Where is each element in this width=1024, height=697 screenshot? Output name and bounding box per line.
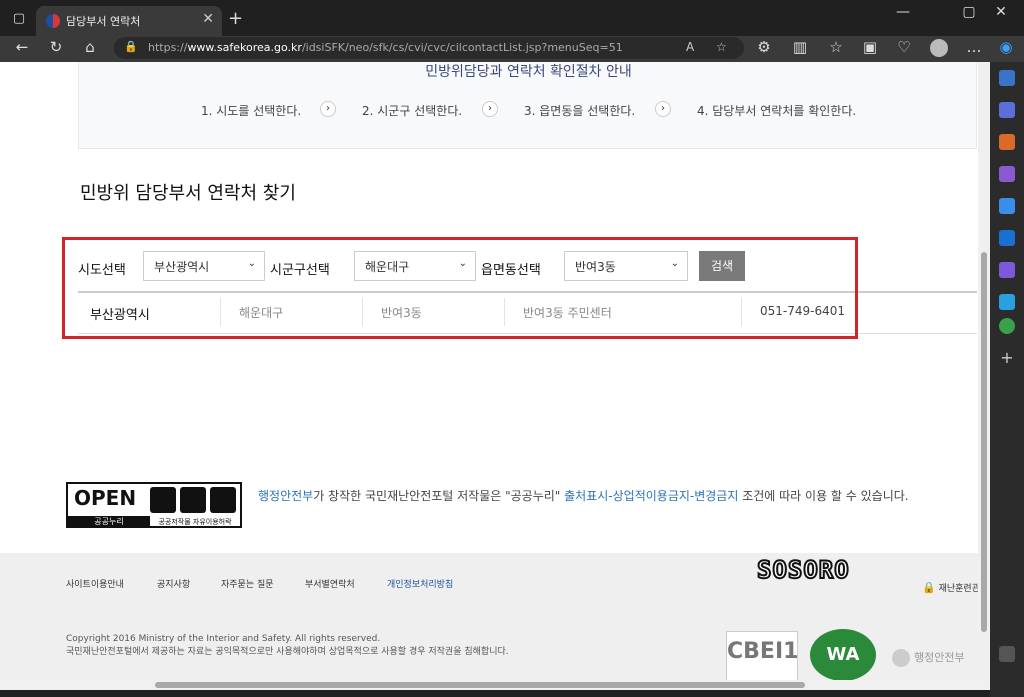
edge-sidebar: + bbox=[990, 62, 1024, 697]
step-3: 3. 읍면동을 선택한다. bbox=[524, 104, 636, 118]
lock-icon[interactable]: 🔒 bbox=[124, 40, 138, 53]
footer-nav-privacy[interactable]: 개인정보처리방침 bbox=[387, 577, 453, 590]
step-4: 4. 담당부서 연락처를 확인한다. bbox=[697, 104, 857, 118]
license-text-2: 조건에 따라 이용 할 수 있습니다. bbox=[738, 489, 909, 503]
procedure-title: 민방위담당과 연락처 확인절차 안내 bbox=[425, 64, 632, 80]
sidebar-settings-icon[interactable] bbox=[999, 646, 1015, 662]
read-aloud-icon[interactable]: A bbox=[686, 40, 694, 54]
close-window-icon[interactable]: ✕ bbox=[978, 4, 1024, 20]
favorite-icon[interactable]: ☆ bbox=[716, 40, 727, 54]
watermark: SOSORO bbox=[756, 555, 850, 585]
minimize-icon[interactable]: — bbox=[880, 4, 926, 20]
url-text: https://www.safekorea.go.kr/idsiSFK/neo/… bbox=[148, 41, 623, 54]
footer-nav-contacts[interactable]: 부서별연락처 bbox=[305, 577, 355, 590]
more-icon[interactable]: … bbox=[962, 38, 986, 56]
noncommercial-icon bbox=[180, 487, 206, 513]
footer-nav-faq[interactable]: 자주묻는 질문 bbox=[221, 577, 274, 590]
footer-nav-notice[interactable]: 공지사항 bbox=[157, 577, 190, 590]
highlight-box bbox=[62, 237, 858, 339]
designer-icon[interactable] bbox=[999, 262, 1015, 278]
ministry-logo: 행정안전부 bbox=[892, 649, 965, 667]
open-logo-sub2: 공공저작물 자유이용허락 bbox=[158, 518, 232, 526]
ministry-emblem-icon bbox=[892, 649, 910, 667]
performance-icon[interactable]: ♡ bbox=[892, 38, 916, 56]
tab-close-icon[interactable]: ✕ bbox=[202, 11, 214, 27]
step-arrow-icon: › bbox=[482, 101, 498, 117]
tab-active[interactable]: 담당부서 연락처 ✕ bbox=[36, 6, 222, 36]
procedure-box: 민방위담당과 연락처 확인절차 안내 1. 시도를 선택한다. › 2. 시군구… bbox=[78, 62, 977, 149]
tab-title: 담당부서 연락처 bbox=[66, 15, 141, 28]
kogl-logo: OPEN 공공누리 공공저작물 자유이용허락 bbox=[66, 482, 242, 528]
terms-link[interactable]: 출처표시-상업적이용금지-변경금지 bbox=[564, 489, 738, 503]
collections-icon[interactable]: ▣ bbox=[858, 38, 882, 56]
license-text: 행정안전부가 창작한 국민재난안전포털 저작물은 "공공누리" 출처표시-상업적… bbox=[258, 487, 909, 504]
browser-toolbar: ← ↻ ⌂ 🔒 https://www.safekorea.go.kr/idsi… bbox=[0, 36, 1024, 62]
ministry-label: 행정안전부 bbox=[914, 651, 965, 664]
add-sidebar-icon[interactable]: + bbox=[999, 348, 1015, 367]
new-tab-button[interactable]: + bbox=[228, 8, 243, 29]
vertical-scroll-thumb[interactable] bbox=[981, 252, 987, 632]
back-icon[interactable]: ← bbox=[10, 38, 34, 56]
step-1: 1. 시도를 선택한다. bbox=[201, 104, 302, 118]
tools-icon[interactable] bbox=[999, 134, 1015, 150]
section-title: 민방위 담당부서 연락처 찾기 bbox=[80, 183, 296, 204]
open-logo-text: OPEN bbox=[74, 486, 137, 510]
open-logo-sub: 공공누리 bbox=[68, 516, 150, 528]
outlook-icon[interactable] bbox=[999, 230, 1015, 246]
tree-icon[interactable] bbox=[999, 318, 1015, 334]
search-icon[interactable] bbox=[999, 70, 1015, 86]
horizontal-scroll-thumb[interactable] bbox=[155, 682, 805, 688]
address-bar[interactable]: 🔒 https://www.safekorea.go.kr/idsiSFK/ne… bbox=[114, 37, 744, 59]
copilot-sidebar-icon[interactable] bbox=[999, 198, 1015, 214]
web-accessibility-logo: WA bbox=[810, 629, 876, 681]
step-2: 2. 시군구 선택한다. bbox=[362, 104, 463, 118]
copyright: Copyright 2016 Ministry of the Interior … bbox=[66, 633, 509, 659]
shopping-icon[interactable] bbox=[999, 102, 1015, 118]
step-arrow-icon: › bbox=[320, 101, 336, 117]
send-icon[interactable] bbox=[999, 294, 1015, 310]
profile-icon[interactable] bbox=[930, 39, 948, 57]
copyright-line-1: Copyright 2016 Ministry of the Interior … bbox=[66, 634, 381, 644]
copilot-icon[interactable]: ◉ bbox=[994, 38, 1018, 56]
license-text-1: 가 창작한 국민재난안전포털 저작물은 "공공누리" bbox=[313, 489, 565, 503]
footer: 사이트이용안내 공지사항 자주묻는 질문 부서별연락처 개인정보처리방침 SOS… bbox=[0, 553, 978, 690]
footer-nav-site-guide[interactable]: 사이트이용안내 bbox=[66, 577, 124, 590]
training-link[interactable]: 🔒 재난훈련관 bbox=[922, 581, 978, 594]
no-derivatives-icon bbox=[210, 487, 236, 513]
games-icon[interactable] bbox=[999, 166, 1015, 182]
copyright-line-2: 국민재난안전포털에서 제공하는 자료는 공익목적으로만 사용해야하며 상업목적으… bbox=[66, 647, 509, 657]
split-screen-icon[interactable]: ▥ bbox=[788, 38, 812, 56]
lock-icon: 🔒 bbox=[922, 581, 936, 594]
site-favicon-icon bbox=[46, 14, 60, 28]
org-link[interactable]: 행정안전부 bbox=[258, 489, 313, 503]
step-arrow-icon: › bbox=[655, 101, 671, 117]
training-label: 재난훈련관 bbox=[938, 584, 978, 594]
tab-bar: ▢ 담당부서 연락처 ✕ + — ▢ ✕ bbox=[0, 0, 1024, 36]
refresh-icon[interactable]: ↻ bbox=[44, 38, 68, 56]
favorites-icon[interactable]: ☆ bbox=[824, 38, 848, 56]
horizontal-scrollbar[interactable] bbox=[0, 680, 978, 690]
tab-actions-icon[interactable]: ▢ bbox=[8, 8, 30, 30]
extensions-icon[interactable]: ⚙ bbox=[752, 38, 776, 56]
cbei-logo: CBEI1 bbox=[726, 631, 798, 681]
home-icon[interactable]: ⌂ bbox=[78, 38, 102, 56]
vertical-scrollbar[interactable] bbox=[978, 62, 990, 690]
web-page: 민방위담당과 연락처 확인절차 안내 1. 시도를 선택한다. › 2. 시군구… bbox=[0, 62, 978, 690]
attribution-icon bbox=[150, 487, 176, 513]
